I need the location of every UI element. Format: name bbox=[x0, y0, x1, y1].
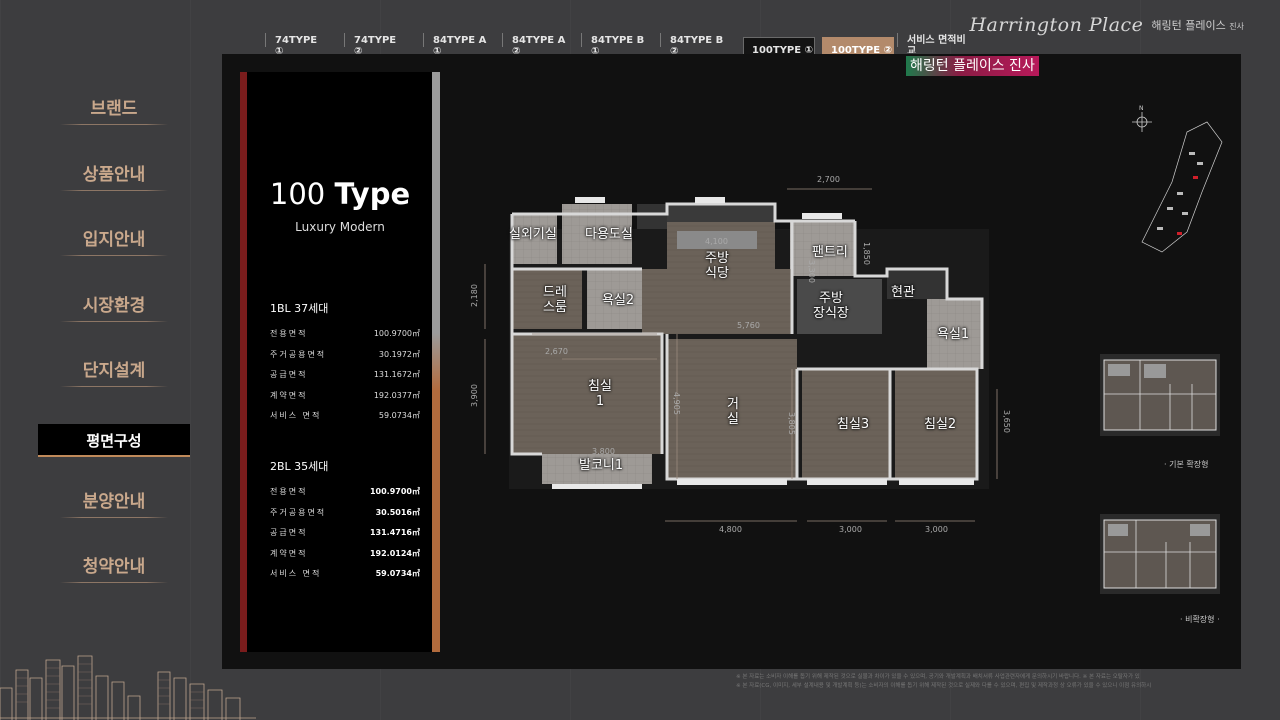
tab-service-area-compare[interactable]: 서비스 면적비 교 bbox=[897, 33, 976, 53]
dimension-label: 3,800 bbox=[592, 447, 615, 456]
type-title: 100 Type bbox=[269, 177, 411, 211]
nav-item-site-design[interactable]: 단지설계 bbox=[38, 342, 190, 408]
spec-row: 전용면적 100.9700㎡ bbox=[270, 487, 420, 496]
mini-caption-extended: · 기본 확장형 bbox=[1164, 460, 1209, 469]
type-subtitle: Luxury Modern bbox=[295, 220, 385, 234]
room-label-bedroom2: 침실2 bbox=[924, 417, 957, 432]
room-label-balcony1: 발코니1 bbox=[579, 458, 624, 473]
spec-row: 주거공용면적 30.1972㎡ bbox=[270, 349, 420, 359]
room-label-living: 거 실 bbox=[727, 397, 739, 427]
spec-row: 계약면적 192.0124㎡ bbox=[270, 548, 420, 558]
room-label-utility: 다용도실 bbox=[585, 227, 633, 242]
nav-item-floorplan[interactable]: 평면구성 bbox=[38, 423, 190, 457]
spec-row: 서비스 면적 59.0734㎡ bbox=[270, 569, 420, 578]
room-label-bath2: 욕실2 bbox=[602, 293, 635, 308]
dimension-label: 3,900 bbox=[469, 384, 479, 407]
room-label-kitchen-cabinet: 주방 장식장 bbox=[813, 291, 849, 321]
nav-item-location[interactable]: 입지안내 bbox=[38, 211, 190, 277]
dimension-label: 3,000 bbox=[839, 525, 862, 534]
mini-caption-non-extended: · 비확장형 · bbox=[1180, 615, 1220, 624]
dimension-label: 4,800 bbox=[719, 525, 742, 534]
spec-heading: 2BL 35세대 bbox=[270, 460, 329, 473]
dimension-label: 2,180 bbox=[469, 284, 479, 307]
room-label-pantry: 팬트리 bbox=[812, 245, 848, 260]
nav-item-subscription[interactable]: 청약안내 bbox=[38, 538, 190, 604]
spec-heading: 1BL 37세대 bbox=[270, 302, 329, 315]
dimension-label: 1,850 bbox=[861, 242, 871, 265]
mini-plan-extended-drawing bbox=[1103, 359, 1217, 431]
info-accent-bar-right bbox=[432, 72, 440, 652]
dimension-label: 3,000 bbox=[925, 525, 948, 534]
dimension-label: 2,670 bbox=[545, 347, 568, 356]
dimension-label: 4,100 bbox=[705, 237, 728, 246]
side-nav: 브랜드 상품안내 입지안내 시장환경 단지설계 평면구성 분양안내 청약안내 bbox=[38, 80, 190, 604]
spec-row: 공급면적 131.1672㎡ bbox=[270, 370, 420, 379]
dimension-label: 3,805 bbox=[786, 412, 796, 435]
spec-row: 전용면적 100.9700㎡ bbox=[270, 329, 420, 338]
room-label-kitchen: 주방 식당 bbox=[705, 251, 729, 281]
disclaimer-line: ※ 본 자료(CG, 이미지, 세부 설계내용 및 개발계획 등)는 소비자의 … bbox=[736, 683, 1152, 689]
room-label-bedroom1: 침실 1 bbox=[588, 379, 612, 409]
mini-plan-extended[interactable] bbox=[1100, 354, 1220, 436]
nav-item-brand[interactable]: 브랜드 bbox=[38, 80, 190, 146]
dimension-label: 4,905 bbox=[671, 392, 681, 415]
nav-item-product[interactable]: 상품안내 bbox=[38, 146, 190, 212]
room-label-outdoor-unit: 실외기실 bbox=[509, 227, 557, 242]
compass-icon bbox=[1132, 112, 1152, 132]
floor-plan: 2,700 4,100 1,850 3,300 2,180 5,760 2,67… bbox=[467, 169, 1011, 534]
compass-label: N bbox=[1139, 105, 1144, 112]
info-accent-bar-left bbox=[240, 72, 247, 652]
spec-block-1bl: 1BL 37세대 전용면적 100.9700㎡ 주거공용면적 30.1972㎡ 공급… bbox=[270, 300, 420, 431]
spec-row: 주거공용면적 30.5016㎡ bbox=[270, 507, 420, 517]
site-minimap: N bbox=[1132, 105, 1223, 253]
nav-item-market[interactable]: 시장환경 bbox=[38, 277, 190, 343]
room-label-bath1: 욕실1 bbox=[937, 327, 970, 342]
spec-block-2bl: 2BL 35세대 전용면적 100.9700㎡ 주거공용면적 30.5016㎡ 공급… bbox=[270, 458, 420, 589]
skyline-illustration bbox=[0, 655, 256, 720]
floorplan-panel: 100 Type Luxury Modern 1BL 37세대 전용면적 100.… bbox=[222, 54, 1241, 669]
mini-plan-non-extended-drawing bbox=[1103, 519, 1217, 589]
spec-row: 서비스 면적 59.0734㎡ bbox=[270, 411, 420, 420]
brand-logo[interactable]: Harrington Place 해링턴 플레이스 진사 bbox=[969, 14, 1244, 36]
brand-korean-name: 해링턴 플레이스 진사 bbox=[1151, 19, 1244, 32]
room-label-entrance: 현관 bbox=[891, 285, 915, 300]
dimension-label: 5,760 bbox=[737, 321, 760, 330]
dimension-label: 3,300 bbox=[806, 260, 816, 283]
brand-script-logo: Harrington Place bbox=[969, 14, 1144, 36]
spec-row: 공급면적 131.4716㎡ bbox=[270, 528, 420, 537]
type-info-card: 100 Type Luxury Modern 1BL 37세대 전용면적 100.… bbox=[240, 72, 440, 652]
nav-item-sales[interactable]: 분양안내 bbox=[38, 473, 190, 539]
disclaimer-line: ※ 본 자료는 소비자 이해를 돕기 위해 제작된 것으로 실물과 차이가 있을… bbox=[736, 674, 1140, 680]
room-label-bedroom3: 침실3 bbox=[837, 417, 870, 432]
disclaimer: ※ 본 자료는 소비자 이해를 돕기 위해 제작된 것으로 실물과 차이가 있을… bbox=[736, 673, 1280, 691]
room-label-dressroom: 드레 스룸 bbox=[543, 285, 567, 315]
dimension-label: 2,700 bbox=[817, 175, 840, 184]
caption-overlay: 해링턴 플레이스 진사 bbox=[906, 56, 1039, 76]
dimension-label: 3,650 bbox=[1001, 410, 1011, 433]
spec-row: 계약면적 192.0377㎡ bbox=[270, 390, 420, 400]
mini-plan-non-extended[interactable] bbox=[1100, 514, 1220, 594]
